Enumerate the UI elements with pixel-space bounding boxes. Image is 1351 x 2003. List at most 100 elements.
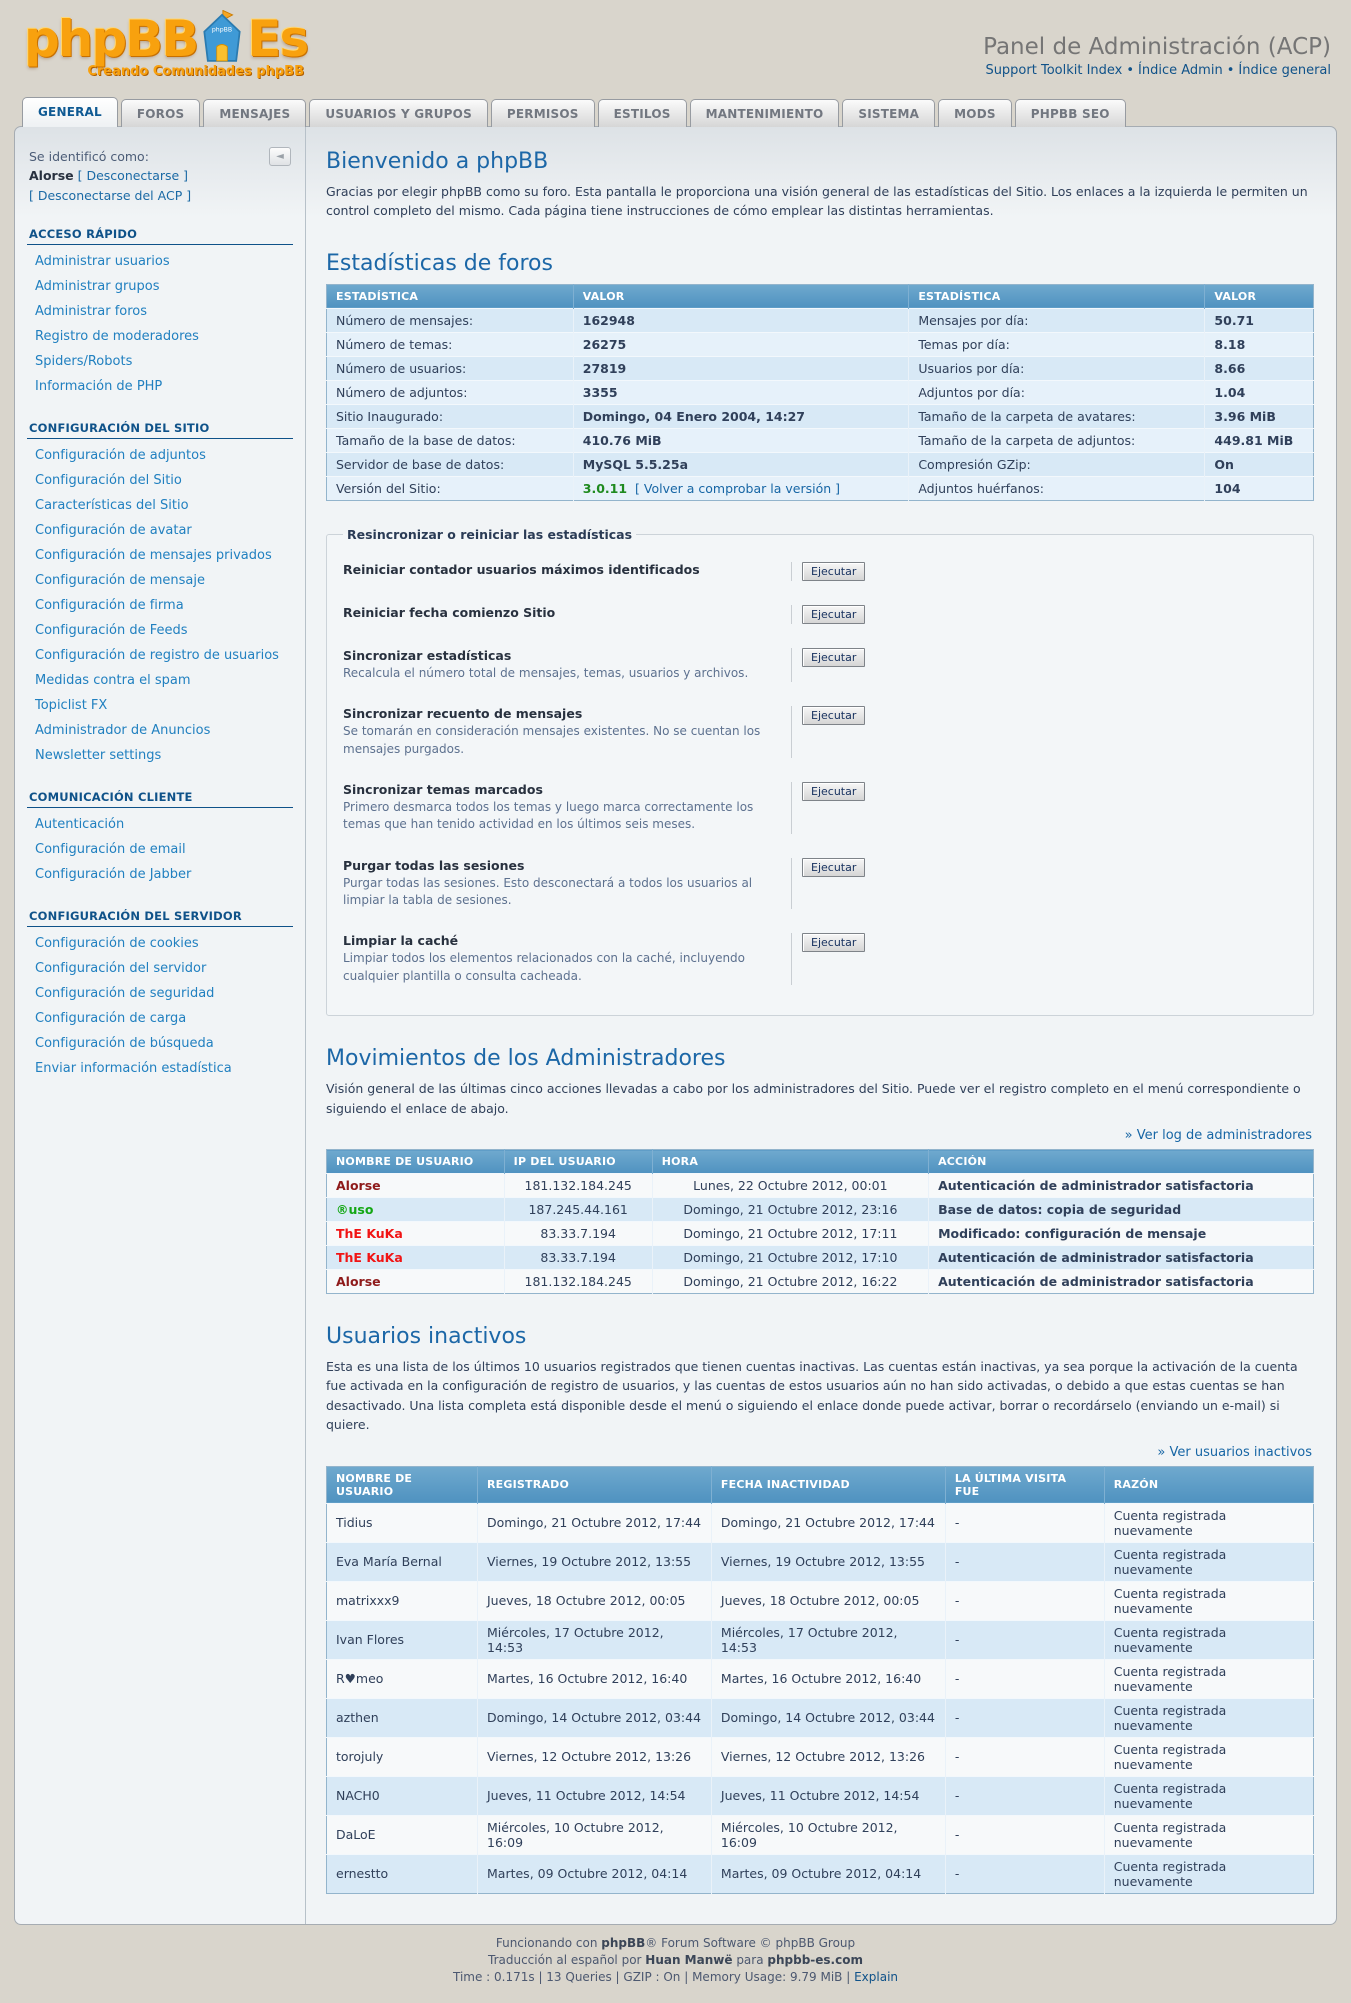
last-visit: - — [945, 1620, 1104, 1659]
sidebar-item[interactable]: Administrar usuarios — [27, 249, 293, 274]
tab-usuarios-y-grupos[interactable]: USUARIOS Y GRUPOS — [309, 99, 488, 127]
ejecutar-button[interactable]: Ejecutar — [802, 782, 865, 801]
sidebar-item[interactable]: Administrar foros — [27, 299, 293, 324]
phpbb-es-logo[interactable]: phpBB phpBB Es Creando Comunidades phpBB — [24, 10, 307, 79]
sidebar-item[interactable]: Configuración del servidor — [27, 956, 293, 981]
action-exec-cell: Ejecutar — [791, 562, 865, 581]
last-visit: - — [945, 1854, 1104, 1893]
phpbb-es-link[interactable]: phpbb-es.com — [767, 1953, 863, 1967]
stats-row: Número de adjuntos:3355Adjuntos por día:… — [327, 380, 1314, 404]
inactive-user-row: Ivan FloresMiércoles, 17 Octubre 2012, 1… — [327, 1620, 1314, 1659]
ejecutar-button[interactable]: Ejecutar — [802, 706, 865, 725]
action-description: Limpiar todos los elementos relacionados… — [343, 950, 775, 985]
stats-title: Estadísticas de foros — [326, 251, 1314, 276]
action-item: Limpiar la cachéLimpiar todos los elemen… — [343, 933, 1297, 985]
ejecutar-button[interactable]: Ejecutar — [802, 605, 865, 624]
sidebar-item[interactable]: Medidas contra el spam — [27, 668, 293, 693]
ejecutar-button[interactable]: Ejecutar — [802, 858, 865, 877]
inactive-date: Viernes, 12 Octubre 2012, 13:26 — [711, 1737, 945, 1776]
tab-permisos[interactable]: PERMISOS — [491, 99, 595, 127]
sidebar-item[interactable]: Configuración de mensaje — [27, 568, 293, 593]
column-header: IP DEL USUARIO — [504, 1150, 652, 1174]
sidebar-item[interactable]: Configuración de seguridad — [27, 981, 293, 1006]
explain-link[interactable]: Explain — [854, 1970, 898, 1984]
header: phpBB phpBB Es Creando Comunidades phpBB… — [14, 0, 1337, 96]
sidebar-item[interactable]: Spiders/Robots — [27, 349, 293, 374]
stat-value-text: 3355 — [583, 385, 618, 400]
header-link[interactable]: Support Toolkit Index — [985, 63, 1122, 78]
content: Bienvenido a phpBB Gracias por elegir ph… — [306, 127, 1336, 1924]
header-link[interactable]: Índice Admin — [1138, 63, 1223, 78]
stat-value-text: 410.76 MiB — [583, 433, 662, 448]
inactive-user-row: ernesttoMartes, 09 Octubre 2012, 04:14Ma… — [327, 1854, 1314, 1893]
sidebar-item[interactable]: Administrador de Anuncios — [27, 718, 293, 743]
sidebar-item[interactable]: Autenticación — [27, 812, 293, 837]
inactive-user-row: matrixxx9Jueves, 18 Octubre 2012, 00:05J… — [327, 1581, 1314, 1620]
last-visit: - — [945, 1698, 1104, 1737]
translator-link[interactable]: Huan Manwë — [645, 1953, 732, 1967]
sidebar-item[interactable]: Configuración de cookies — [27, 931, 293, 956]
sidebar-item[interactable]: Configuración de carga — [27, 1006, 293, 1031]
sidebar-item[interactable]: Newsletter settings — [27, 743, 293, 768]
inactive-username: matrixxx9 — [327, 1581, 478, 1620]
sidebar-item[interactable]: Configuración de avatar — [27, 518, 293, 543]
sidebar-item[interactable]: Características del Sitio — [27, 493, 293, 518]
ejecutar-button[interactable]: Ejecutar — [802, 648, 865, 667]
sidebar-item[interactable]: Topiclist FX — [27, 693, 293, 718]
stat-label: Adjuntos por día: — [909, 380, 1205, 404]
footer-translation-line: Traducción al español por Huan Manwë par… — [14, 1952, 1337, 1969]
footer: Funcionando con phpBB® Forum Software © … — [14, 1925, 1337, 2003]
tab-mantenimiento[interactable]: MANTENIMIENTO — [690, 99, 840, 127]
sidebar-item[interactable]: Configuración de mensajes privados — [27, 543, 293, 568]
sidebar-item[interactable]: Configuración de búsqueda — [27, 1031, 293, 1056]
sidebar-item[interactable]: Configuración de registro de usuarios — [27, 643, 293, 668]
registered-date: Martes, 16 Octubre 2012, 16:40 — [478, 1659, 712, 1698]
action-item: Sincronizar estadísticasRecalcula el núm… — [343, 648, 1297, 682]
column-header: FECHA INACTIVIDAD — [711, 1466, 945, 1503]
recheck-version-link[interactable]: [ Volver a comprobar la versión ] — [631, 481, 840, 496]
tab-estilos[interactable]: ESTILOS — [598, 99, 687, 127]
inactive-user-row: DaLoEMiércoles, 10 Octubre 2012, 16:09Mi… — [327, 1815, 1314, 1854]
sidebar-item[interactable]: Configuración de Feeds — [27, 618, 293, 643]
tab-mensajes[interactable]: MENSAJES — [203, 99, 306, 127]
tab-mods[interactable]: MODS — [938, 99, 1012, 127]
tab-sistema[interactable]: SISTEMA — [842, 99, 935, 127]
tab-phpbb-seo[interactable]: PHPBB SEO — [1015, 99, 1126, 127]
column-header: ESTADÍSTICA — [909, 284, 1205, 308]
inactive-user-row: TidiusDomingo, 21 Octubre 2012, 17:44Dom… — [327, 1503, 1314, 1542]
last-visit: - — [945, 1581, 1104, 1620]
tab-general[interactable]: GENERAL — [22, 97, 118, 127]
inactive-date: Jueves, 11 Octubre 2012, 14:54 — [711, 1776, 945, 1815]
sidebar-item[interactable]: Registro de moderadores — [27, 324, 293, 349]
stats-row: Número de temas:26275Temas por día:8.18 — [327, 332, 1314, 356]
view-inactive-users-link[interactable]: » Ver usuarios inactivos — [328, 1445, 1312, 1460]
view-admin-log-link[interactable]: » Ver log de administradores — [328, 1128, 1312, 1143]
sidebar-item[interactable]: Configuración de email — [27, 837, 293, 862]
sidebar-item[interactable]: Configuración de firma — [27, 593, 293, 618]
sidebar-item[interactable]: Enviar información estadística — [27, 1056, 293, 1081]
sidebar-item[interactable]: Configuración del Sitio — [27, 468, 293, 493]
logout-link[interactable]: [ Desconectarse ] — [78, 168, 188, 183]
ejecutar-button[interactable]: Ejecutar — [802, 562, 865, 581]
sidebar-collapse-button[interactable]: ◄ — [269, 147, 291, 166]
stat-label: Usuarios por día: — [909, 356, 1205, 380]
phpbb-link[interactable]: phpBB — [601, 1936, 645, 1950]
tab-foros[interactable]: FOROS — [121, 99, 200, 127]
header-link[interactable]: Índice general — [1238, 63, 1331, 78]
sidebar-item[interactable]: Información de PHP — [27, 374, 293, 399]
sidebar-item[interactable]: Configuración de adjuntos — [27, 443, 293, 468]
log-time: Domingo, 21 Octubre 2012, 17:11 — [652, 1222, 928, 1246]
action-text: Purgar todas las sesionesPurgar todas la… — [343, 858, 791, 910]
log-action: Autenticación de administrador satisfact… — [929, 1246, 1314, 1270]
ejecutar-button[interactable]: Ejecutar — [802, 933, 865, 952]
inactive-user-row: Eva María BernalViernes, 19 Octubre 2012… — [327, 1542, 1314, 1581]
action-text: Sincronizar estadísticasRecalcula el núm… — [343, 648, 791, 682]
stats-row: Tamaño de la base de datos:410.76 MiBTam… — [327, 428, 1314, 452]
log-action: Autenticación de administrador satisfact… — [929, 1174, 1314, 1198]
inactive-username: torojuly — [327, 1737, 478, 1776]
stats-header-row: ESTADÍSTICAVALORESTADÍSTICAVALOR — [327, 284, 1314, 308]
sidebar-item[interactable]: Administrar grupos — [27, 274, 293, 299]
sidebar-item[interactable]: Configuración de Jabber — [27, 862, 293, 887]
logout-acp-link[interactable]: [ Desconectarse del ACP ] — [29, 188, 191, 203]
inactive-users-table: NOMBRE DE USUARIOREGISTRADOFECHA INACTIV… — [326, 1466, 1314, 1894]
